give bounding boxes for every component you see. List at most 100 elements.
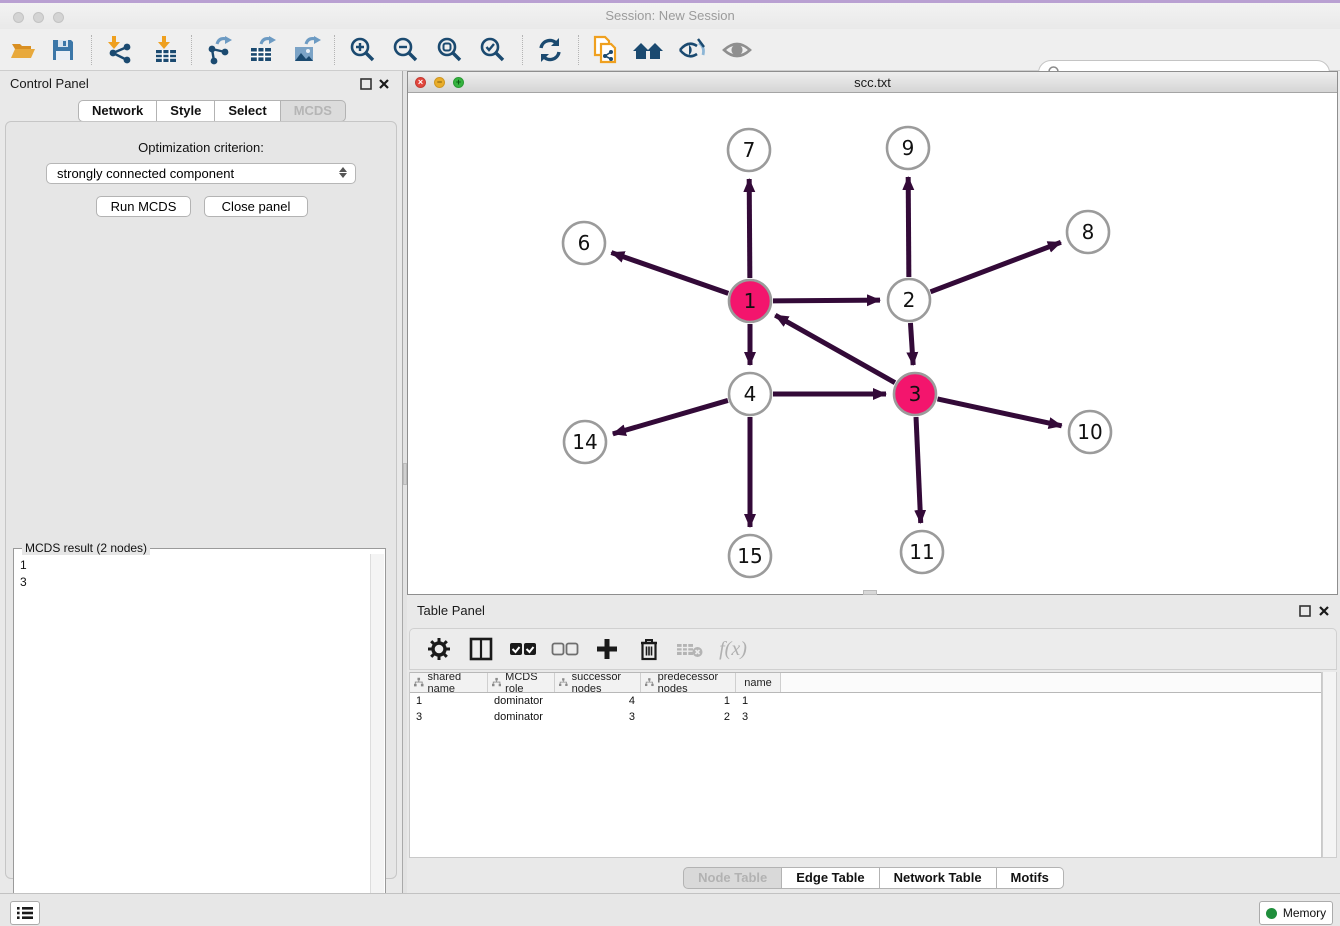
edge-3-11[interactable] bbox=[916, 417, 921, 523]
node-2[interactable]: 2 bbox=[888, 279, 930, 321]
column-header-shared-name[interactable]: shared name bbox=[410, 673, 488, 692]
zoom-in-icon[interactable] bbox=[346, 34, 380, 66]
cell-predecessor-nodes[interactable]: 2 bbox=[641, 711, 736, 723]
node-15[interactable]: 15 bbox=[729, 535, 771, 577]
duplicate-network-icon[interactable] bbox=[588, 34, 622, 66]
titlebar: Session: New Session bbox=[0, 3, 1340, 29]
show-hide-icon[interactable] bbox=[720, 34, 754, 66]
hierarchy-icon bbox=[645, 677, 654, 688]
node-9[interactable]: 9 bbox=[887, 127, 929, 169]
select-all-icon[interactable] bbox=[508, 635, 538, 663]
cell-shared-name[interactable]: 1 bbox=[410, 695, 488, 707]
close-panel-icon[interactable] bbox=[377, 77, 391, 91]
add-column-icon[interactable] bbox=[592, 635, 622, 663]
toolbar-separator bbox=[522, 35, 523, 65]
deselect-all-icon[interactable] bbox=[550, 635, 580, 663]
edge-1-6[interactable] bbox=[611, 253, 728, 294]
edge-2-8[interactable] bbox=[931, 242, 1061, 292]
export-table-icon[interactable] bbox=[245, 34, 279, 66]
cell-name[interactable]: 3 bbox=[736, 711, 781, 723]
function-builder-icon[interactable]: f(x) bbox=[718, 635, 748, 663]
cell-predecessor-nodes[interactable]: 1 bbox=[641, 695, 736, 707]
refresh-icon[interactable] bbox=[533, 34, 567, 66]
node-8[interactable]: 8 bbox=[1067, 211, 1109, 253]
cell-successor-nodes[interactable]: 4 bbox=[555, 695, 641, 707]
node-4[interactable]: 4 bbox=[729, 373, 771, 415]
tab-style[interactable]: Style bbox=[157, 100, 215, 122]
node-11[interactable]: 11 bbox=[901, 531, 943, 573]
delete-column-icon[interactable] bbox=[634, 635, 664, 663]
open-session-icon[interactable] bbox=[6, 34, 40, 66]
run-mcds-button[interactable]: Run MCDS bbox=[96, 196, 191, 217]
zoom-out-icon[interactable] bbox=[389, 34, 423, 66]
column-header-name[interactable]: name bbox=[736, 673, 781, 692]
node-6[interactable]: 6 bbox=[563, 222, 605, 264]
style-visibility-icon[interactable] bbox=[675, 34, 709, 66]
delete-table-icon[interactable] bbox=[676, 635, 706, 663]
edge-3-1[interactable] bbox=[775, 315, 895, 382]
export-network-icon[interactable] bbox=[202, 34, 236, 66]
tab-node-table[interactable]: Node Table bbox=[683, 867, 782, 889]
svg-text:2: 2 bbox=[903, 288, 916, 312]
table-row[interactable]: 3dominator323 bbox=[410, 709, 1321, 725]
tab-network[interactable]: Network bbox=[78, 100, 157, 122]
task-history-button[interactable] bbox=[10, 901, 40, 925]
svg-text:14: 14 bbox=[572, 430, 597, 454]
cell-successor-nodes[interactable]: 3 bbox=[555, 711, 641, 723]
toolbar-separator bbox=[91, 35, 92, 65]
zoom-selected-icon[interactable] bbox=[476, 34, 510, 66]
table-scrollbar[interactable] bbox=[1322, 672, 1337, 858]
node-table[interactable]: shared name MCDS role successor nodesprede… bbox=[409, 672, 1322, 858]
settings-gear-icon[interactable] bbox=[424, 635, 454, 663]
node-7[interactable]: 7 bbox=[728, 129, 770, 171]
edge-2-3[interactable] bbox=[910, 323, 913, 365]
column-header-mcds-role[interactable]: MCDS role bbox=[488, 673, 555, 692]
save-session-icon[interactable] bbox=[46, 34, 80, 66]
table-panel: Table Panel f(x) shared nameMCDS ro bbox=[407, 595, 1340, 893]
node-10[interactable]: 10 bbox=[1069, 411, 1111, 453]
network-canvas[interactable]: 7 9 6 8 1 2 4 3 14 10 15 11 bbox=[408, 93, 1337, 594]
optimization-select[interactable]: strongly connected component bbox=[46, 163, 356, 184]
cell-name[interactable]: 1 bbox=[736, 695, 781, 707]
status-bar: Memory bbox=[0, 893, 1340, 926]
import-network-icon[interactable] bbox=[102, 34, 136, 66]
tab-motifs[interactable]: Motifs bbox=[997, 867, 1064, 889]
edge-2-9[interactable] bbox=[908, 177, 909, 277]
optimization-select-value: strongly connected component bbox=[57, 166, 234, 181]
tab-select[interactable]: Select bbox=[215, 100, 280, 122]
tab-edge-table[interactable]: Edge Table bbox=[782, 867, 879, 889]
close-table-panel-icon[interactable] bbox=[1317, 604, 1331, 618]
column-header-successor-nodes[interactable]: successor nodes bbox=[555, 673, 641, 692]
svg-text:9: 9 bbox=[902, 136, 915, 160]
svg-text:6: 6 bbox=[578, 231, 591, 255]
network-graph[interactable]: 7 9 6 8 1 2 4 3 14 10 15 11 bbox=[408, 93, 1337, 594]
import-table-icon[interactable] bbox=[149, 34, 183, 66]
table-row[interactable]: 1dominator411 bbox=[410, 693, 1321, 709]
node-14[interactable]: 14 bbox=[564, 421, 606, 463]
column-visibility-icon[interactable] bbox=[466, 635, 496, 663]
tab-network-table[interactable]: Network Table bbox=[880, 867, 997, 889]
column-header-predecessor-nodes[interactable]: predecessor nodes bbox=[641, 673, 736, 692]
cell-shared-name[interactable]: 3 bbox=[410, 711, 488, 723]
close-panel-button[interactable]: Close panel bbox=[204, 196, 308, 217]
export-image-icon[interactable] bbox=[289, 34, 323, 66]
column-label: MCDS role bbox=[505, 673, 550, 692]
edge-1-7[interactable] bbox=[749, 179, 750, 278]
table-panel-title: Table Panel bbox=[417, 603, 485, 618]
edge-4-14[interactable] bbox=[613, 400, 728, 433]
cell-mcds-role[interactable]: dominator bbox=[488, 711, 555, 723]
edge-3-10[interactable] bbox=[937, 399, 1061, 426]
tab-mcds[interactable]: MCDS bbox=[281, 100, 346, 122]
edge-1-2[interactable] bbox=[773, 300, 880, 301]
memory-button[interactable]: Memory bbox=[1259, 901, 1333, 925]
float-table-panel-icon[interactable] bbox=[1298, 604, 1312, 618]
result-scrollbar[interactable] bbox=[370, 554, 384, 922]
toolbar-separator bbox=[578, 35, 579, 65]
cell-mcds-role[interactable]: dominator bbox=[488, 695, 555, 707]
node-3[interactable]: 3 bbox=[894, 373, 936, 415]
float-panel-icon[interactable] bbox=[359, 77, 373, 91]
zoom-fit-icon[interactable] bbox=[433, 34, 467, 66]
home-icon[interactable] bbox=[631, 34, 665, 66]
toolbar-separator bbox=[334, 35, 335, 65]
node-1[interactable]: 1 bbox=[729, 280, 771, 322]
